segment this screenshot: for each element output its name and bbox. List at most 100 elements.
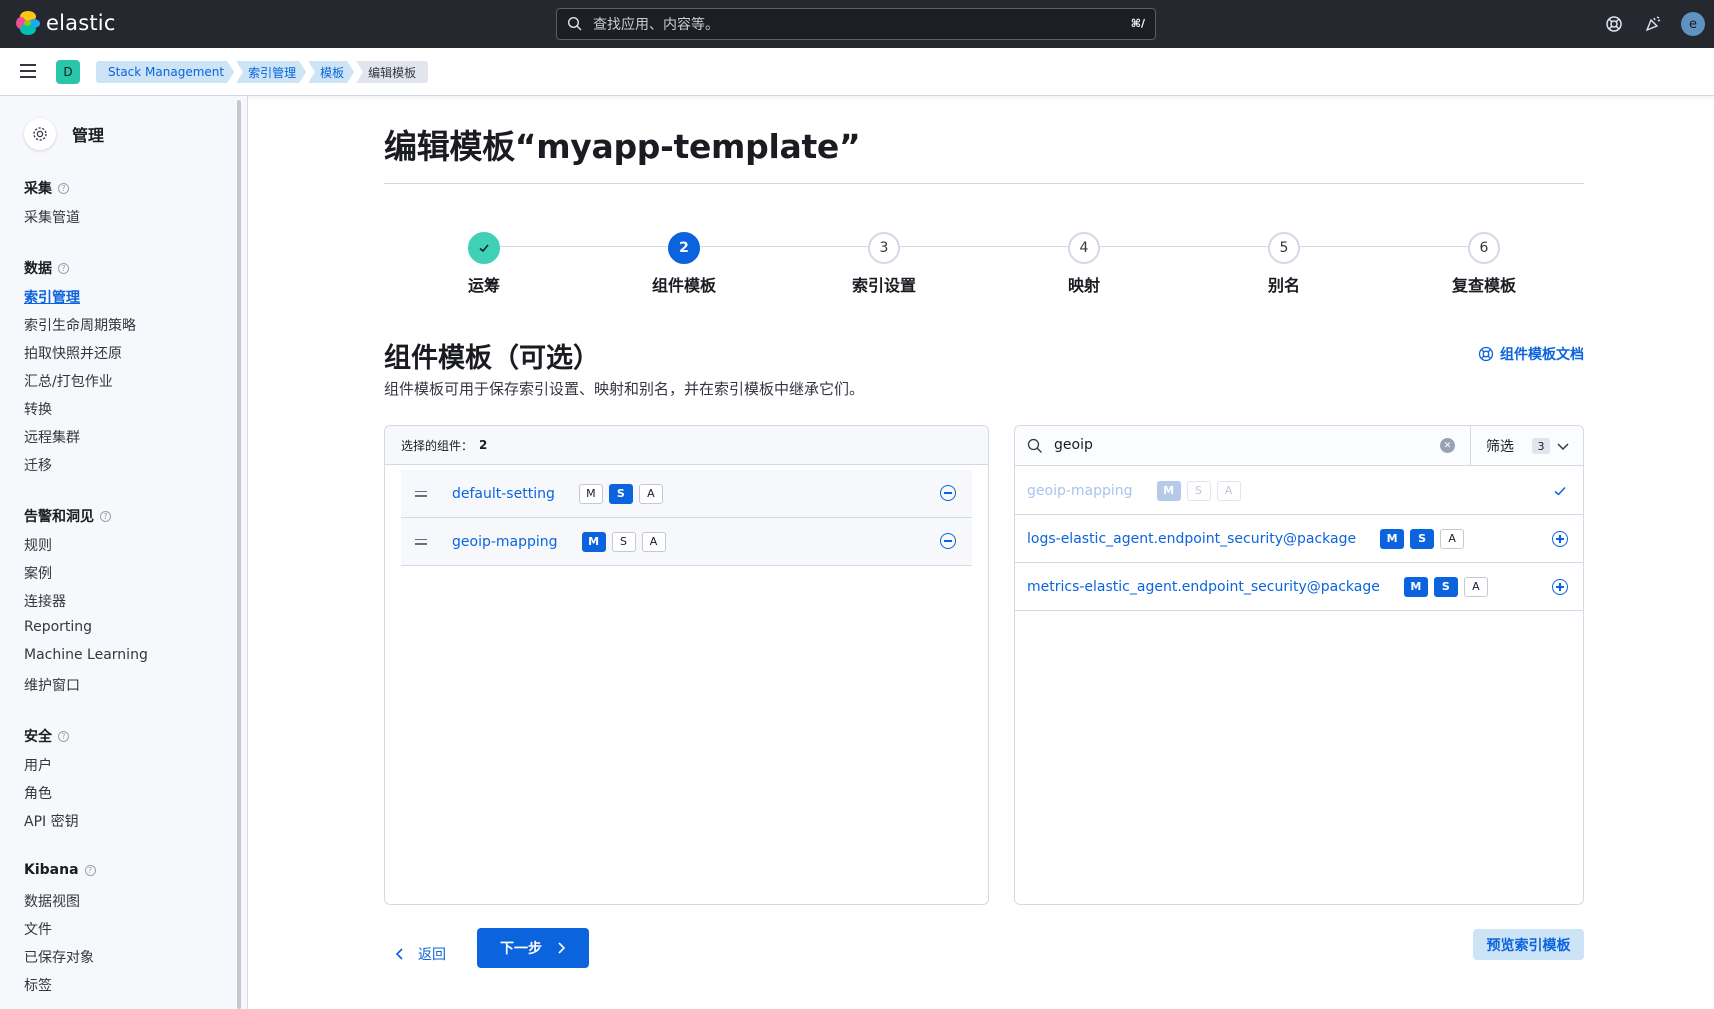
selected-components-panel: 选择的组件： 2 default-setting M S A geoip-map… xyxy=(384,425,989,905)
sidebar-item-saved-objects[interactable]: 已保存对象 xyxy=(24,947,94,967)
sidebar-item-ingest-pipelines[interactable]: 采集管道 xyxy=(24,207,80,227)
help-icon: ? xyxy=(58,730,69,742)
component-name[interactable]: logs-elastic_agent.endpoint_security@pac… xyxy=(1027,531,1356,547)
component-template-docs-link[interactable]: 组件模板文档 xyxy=(1478,344,1584,364)
sidebar-section-alerts: 告警和洞见? xyxy=(24,506,111,526)
sidebar-section-data: 数据? xyxy=(24,258,69,278)
step-number: 5 xyxy=(1268,232,1300,264)
section-title: 组件模板（可选） xyxy=(384,343,600,374)
news-feed-icon[interactable] xyxy=(1643,14,1663,34)
sidebar-item-maintenance-windows[interactable]: 维护窗口 xyxy=(24,675,80,695)
step-3[interactable]: 3 索引设置 xyxy=(824,232,944,296)
sidebar-item-roles[interactable]: 角色 xyxy=(24,783,52,803)
breadcrumb-stack-management[interactable]: Stack Management xyxy=(96,61,234,83)
drag-handle-icon[interactable] xyxy=(415,538,427,545)
sidebar-item-users[interactable]: 用户 xyxy=(24,755,52,775)
check-icon xyxy=(1554,486,1566,496)
space-avatar[interactable]: D xyxy=(56,60,80,84)
sidebar-item-ilm-policies[interactable]: 索引生命周期策略 xyxy=(24,315,136,335)
preview-index-template-button[interactable]: 预览索引模板 xyxy=(1473,929,1584,960)
sidebar-item-tags[interactable]: 标签 xyxy=(24,975,52,995)
sidebar-item-machine-learning[interactable]: Machine Learning xyxy=(24,647,148,663)
add-component-icon[interactable] xyxy=(1552,531,1568,547)
global-search[interactable]: 查找应用、内容等。 ⌘/ xyxy=(556,8,1156,40)
remove-component-icon[interactable] xyxy=(940,533,956,549)
help-icon: ? xyxy=(58,262,69,274)
sidebar-item-migrate[interactable]: 迁移 xyxy=(24,455,52,475)
remove-component-icon[interactable] xyxy=(940,485,956,501)
sidebar-item-rules[interactable]: 规则 xyxy=(24,535,52,555)
title-divider xyxy=(384,183,1584,184)
sidebar-item-reporting[interactable]: Reporting xyxy=(24,619,92,635)
selected-label: 选择的组件： xyxy=(401,438,474,453)
step-5[interactable]: 5 别名 xyxy=(1224,232,1344,296)
breadcrumb: Stack Management 索引管理 模板 编辑模板 xyxy=(96,61,430,83)
component-badges: M S A xyxy=(578,483,669,504)
user-avatar[interactable]: e xyxy=(1681,12,1705,36)
brand-name: elastic xyxy=(46,11,116,35)
component-name[interactable]: metrics-elastic_agent.endpoint_security@… xyxy=(1027,579,1380,595)
check-icon xyxy=(468,232,500,264)
step-2[interactable]: 2 组件模板 xyxy=(624,232,744,296)
badge-settings: S xyxy=(1410,528,1435,549)
component-name[interactable]: default-setting xyxy=(452,486,555,502)
sidebar-item-transforms[interactable]: 转换 xyxy=(24,399,52,419)
drag-handle-icon[interactable] xyxy=(415,490,427,497)
selected-component-row: default-setting M S A xyxy=(401,470,972,518)
sidebar-scrollbar[interactable] xyxy=(237,100,241,1009)
breadcrumb-index-management[interactable]: 索引管理 xyxy=(236,61,306,83)
step-4[interactable]: 4 映射 xyxy=(1024,232,1144,296)
step-label: 别名 xyxy=(1267,276,1300,295)
step-6[interactable]: 6 复查模板 xyxy=(1424,232,1544,296)
step-number: 6 xyxy=(1468,232,1500,264)
sidebar-item-cases[interactable]: 案例 xyxy=(24,563,52,583)
sidebar-item-connectors[interactable]: 连接器 xyxy=(24,591,66,611)
step-label: 索引设置 xyxy=(851,276,916,295)
step-number: 3 xyxy=(868,232,900,264)
badge-aliases: A xyxy=(1216,480,1241,501)
component-name[interactable]: geoip-mapping xyxy=(452,534,558,550)
sidebar-item-remote-clusters[interactable]: 远程集群 xyxy=(24,427,80,447)
badge-mappings: M xyxy=(1156,480,1181,501)
sidebar-section-ingest: 采集? xyxy=(24,178,69,198)
sidebar-item-snapshot-restore[interactable]: 拍取快照并还原 xyxy=(24,343,122,363)
menu-toggle-icon[interactable] xyxy=(20,64,36,78)
available-components-panel: geoip ✕ 筛选 3 geoip-mapping M S A logs-el… xyxy=(1014,425,1584,905)
next-button[interactable]: 下一步 xyxy=(477,928,589,968)
step-1[interactable]: 运筹 xyxy=(424,232,544,296)
filter-button[interactable]: 筛选 3 xyxy=(1470,426,1583,466)
badge-aliases: A xyxy=(1463,576,1488,597)
badge-aliases: A xyxy=(1440,528,1465,549)
badge-settings: S xyxy=(611,531,636,552)
sidebar-item-data-views[interactable]: 数据视图 xyxy=(24,891,80,911)
elastic-logo[interactable]: elastic xyxy=(16,11,116,35)
sidebar-section-security: 安全? xyxy=(24,726,69,746)
breadcrumb-templates[interactable]: 模板 xyxy=(308,61,354,83)
help-icon[interactable] xyxy=(1604,14,1624,34)
sidebar-item-index-management[interactable]: 索引管理 xyxy=(24,287,80,307)
step-label: 组件模板 xyxy=(651,276,716,295)
sidebar-item-files[interactable]: 文件 xyxy=(24,919,52,939)
clear-search-icon[interactable]: ✕ xyxy=(1440,438,1455,453)
badge-mappings: M xyxy=(1380,528,1405,549)
filter-label: 筛选 xyxy=(1486,439,1514,455)
doc-link-label: 组件模板文档 xyxy=(1500,347,1584,363)
main-content: 编辑模板“myapp-template” 运筹 2 组件模板 3 索引设置 4 … xyxy=(248,96,1714,1009)
component-search-bar[interactable]: geoip ✕ 筛选 3 xyxy=(1015,426,1583,466)
search-placeholder: 查找应用、内容等。 xyxy=(593,17,719,33)
back-button[interactable]: 返回 xyxy=(394,934,446,974)
badge-aliases: A xyxy=(641,531,666,552)
sidebar-item-api-keys[interactable]: API 密钥 xyxy=(24,811,79,831)
component-badges: M S A xyxy=(1156,480,1247,501)
next-label: 下一步 xyxy=(500,941,542,957)
breadcrumb-edit-template: 编辑模板 xyxy=(356,61,429,83)
selected-count: 2 xyxy=(479,438,488,452)
component-search-input[interactable]: geoip xyxy=(1054,437,1093,453)
search-shortcut: ⌘/ xyxy=(1130,17,1145,30)
sidebar-item-rollup-jobs[interactable]: 汇总/打包作业 xyxy=(24,371,113,391)
component-badges: M S A xyxy=(1403,576,1494,597)
add-component-icon[interactable] xyxy=(1552,579,1568,595)
component-name: geoip-mapping xyxy=(1027,482,1133,499)
badge-settings: S xyxy=(1433,576,1458,597)
available-component-row: geoip-mapping M S A xyxy=(1015,467,1583,515)
